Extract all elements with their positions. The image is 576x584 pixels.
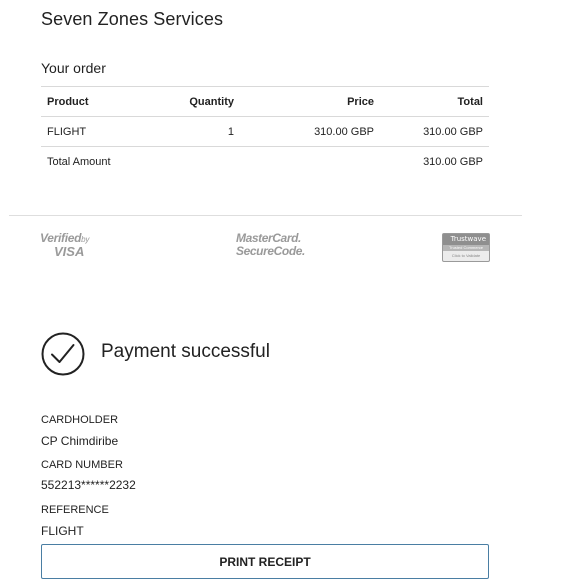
cardholder-label: CARDHOLDER bbox=[41, 414, 119, 426]
card-number-value: 552213******2232 bbox=[41, 478, 136, 492]
verified-by-visa-logo: Verifiedby VISA bbox=[40, 232, 89, 258]
column-header-total: Total bbox=[380, 86, 489, 117]
visa-logo-by: by bbox=[81, 235, 90, 244]
total-amount-value: 310.00 GBP bbox=[380, 146, 489, 176]
trustwave-logo-bottom: Click to Validate bbox=[443, 251, 489, 261]
column-header-quantity: Quantity bbox=[148, 86, 240, 117]
cardholder-value: CP Chimdiribe bbox=[41, 434, 119, 448]
total-cell: 310.00 GBP bbox=[380, 116, 489, 147]
product-cell: FLIGHT bbox=[41, 116, 148, 147]
total-amount-row: Total Amount 310.00 GBP bbox=[41, 146, 489, 176]
column-header-product: Product bbox=[41, 86, 148, 117]
card-number-label: CARD NUMBER bbox=[41, 459, 123, 471]
trustwave-seal-logo[interactable]: Trustwave Trusted Commerce Click to Vali… bbox=[442, 233, 490, 262]
quantity-cell: 1 bbox=[148, 116, 240, 147]
empty-cell bbox=[240, 146, 380, 176]
section-divider bbox=[9, 215, 522, 216]
order-table-header-row: Product Quantity Price Total bbox=[41, 86, 489, 117]
check-circle-icon bbox=[41, 332, 85, 376]
payment-status-message: Payment successful bbox=[101, 341, 270, 362]
trustwave-logo-top: Trustwave bbox=[450, 235, 486, 243]
column-header-price: Price bbox=[240, 86, 380, 117]
reference-value: FLIGHT bbox=[41, 524, 84, 538]
mastercard-securecode-logo: MasterCard. SecureCode. bbox=[236, 232, 305, 258]
mastercard-logo-line2: SecureCode. bbox=[236, 244, 305, 258]
total-amount-label: Total Amount bbox=[41, 146, 148, 176]
order-table: Product Quantity Price Total FLIGHT 1 31… bbox=[41, 86, 489, 176]
empty-cell bbox=[148, 146, 240, 176]
order-heading: Your order bbox=[41, 60, 106, 76]
print-receipt-button[interactable]: PRINT RECEIPT bbox=[41, 544, 489, 579]
table-row: FLIGHT 1 310.00 GBP 310.00 GBP bbox=[41, 116, 489, 147]
merchant-name: Seven Zones Services bbox=[41, 9, 224, 29]
visa-logo-line1: Verifiedby bbox=[40, 231, 89, 245]
visa-logo-line2: VISA bbox=[54, 244, 85, 259]
payment-confirmation-page: Seven Zones Services Your order Product … bbox=[0, 0, 576, 584]
price-cell: 310.00 GBP bbox=[240, 116, 380, 147]
visa-logo-verified: Verified bbox=[40, 231, 82, 245]
reference-label: REFERENCE bbox=[41, 504, 109, 516]
